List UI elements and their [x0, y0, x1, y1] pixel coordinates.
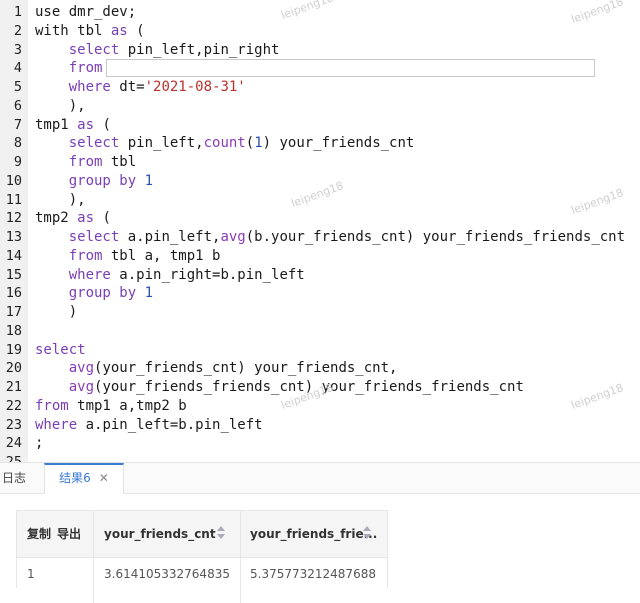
- tab-log-label: 日志: [2, 471, 27, 485]
- line-number: 25: [5, 454, 22, 462]
- code-text: select a.pin_left,avg(b.your_friends_cnt…: [68, 229, 626, 245]
- code-line[interactable]: 17 ): [0, 303, 640, 322]
- result-header-row: 复制 导出 your_friends_cnt your_friends_frie…: [16, 510, 388, 603]
- line-number: 17: [5, 304, 22, 320]
- code-text: ),: [35, 191, 86, 208]
- code-text: where a.pin_right=b.pin_left: [68, 266, 305, 283]
- code-text: from tbl a, tmp1 b: [68, 247, 221, 264]
- code-text: use dmr_dev;: [35, 4, 137, 20]
- code-line[interactable]: 20 avg(your_friends_cnt) your_friends_cn…: [0, 359, 640, 378]
- code-line[interactable]: 8 select pin_left,count(1) your_friends_…: [0, 134, 640, 153]
- line-number: 5: [13, 79, 22, 95]
- code-text: where dt='2021-08-31': [68, 79, 246, 95]
- tab-result-label: 结果6: [59, 471, 91, 485]
- code-line[interactable]: 9 from tbl: [0, 153, 640, 172]
- line-number: 22: [5, 397, 22, 414]
- sql-editor[interactable]: 1 use dmr_dev; 2 with tbl as ( 3 select pin_…: [0, 0, 640, 462]
- column-header-your-friends-friends-cnt[interactable]: your_friends_frie...: [250, 511, 377, 557]
- line-number: 15: [5, 266, 22, 283]
- code-text: ;: [35, 435, 44, 452]
- row-index: 1: [27, 567, 35, 581]
- line-number: 7: [13, 116, 22, 133]
- code-line[interactable]: 22 from tmp1 a,tmp2 b: [0, 397, 640, 416]
- line-number: 19: [5, 341, 22, 358]
- code-text: with tbl as (: [35, 22, 145, 39]
- sort-icon[interactable]: [363, 526, 371, 542]
- export-button[interactable]: 导出: [57, 511, 81, 557]
- code-text: from tbl: [68, 154, 137, 170]
- line-number: 23: [5, 416, 22, 433]
- line-number: 24: [5, 435, 22, 452]
- close-icon[interactable]: ✕: [99, 471, 109, 485]
- code-line[interactable]: 6 ),: [0, 97, 640, 116]
- code-line[interactable]: 13 select a.pin_left,avg(b.your_friends_…: [0, 228, 640, 247]
- line-number: 8: [13, 135, 22, 152]
- code-text: where a.pin_left=b.pin_left: [35, 416, 263, 433]
- line-number: 1: [13, 4, 22, 20]
- tab-log[interactable]: 日志: [0, 463, 46, 493]
- code-line[interactable]: 3 select pin_left,pin_right: [0, 41, 640, 60]
- code-line[interactable]: 18: [0, 322, 640, 341]
- code-text: select pin_left,count(1) your_friends_cn…: [68, 135, 415, 152]
- code-text: tmp2 as (: [35, 210, 111, 227]
- line-number: 9: [13, 154, 22, 170]
- cell-your-friends-friends-cnt[interactable]: 5.375773212487688: [250, 556, 376, 588]
- code-text: avg(your_friends_friends_cnt) your_frien…: [68, 379, 524, 395]
- line-number: 10: [5, 172, 22, 189]
- line-number: 21: [5, 379, 22, 395]
- code-text: avg(your_friends_cnt) your_friends_cnt,: [68, 360, 398, 377]
- code-line[interactable]: 5 where dt='2021-08-31': [0, 78, 640, 97]
- line-number: 12: [5, 210, 22, 227]
- code-line[interactable]: 15 where a.pin_right=b.pin_left: [0, 266, 640, 285]
- code-text: select: [35, 341, 86, 358]
- result-tab-bar: 日志 结果6 ✕: [0, 463, 640, 494]
- code-text: from: [35, 59, 596, 78]
- code-text: tmp1 as (: [35, 116, 111, 133]
- line-number: 11: [5, 191, 22, 208]
- cell-your-friends-cnt[interactable]: 3.614105332764835: [104, 556, 230, 588]
- code-line[interactable]: 12 tmp2 as (: [0, 209, 640, 228]
- line-number: 13: [5, 229, 22, 245]
- table-row[interactable]: 1 3.614105332764835 5.375773212487688: [16, 556, 388, 588]
- code-text: ),: [35, 97, 86, 114]
- code-line[interactable]: 7 tmp1 as (: [0, 116, 640, 135]
- code-line[interactable]: 14 from tbl a, tmp1 b: [0, 247, 640, 266]
- code-line[interactable]: 4 from: [0, 59, 640, 78]
- code-text: select pin_left,pin_right: [68, 41, 280, 58]
- code-line[interactable]: 2 with tbl as (: [0, 22, 640, 41]
- code-line[interactable]: 19 select: [0, 341, 640, 360]
- code-text: from tmp1 a,tmp2 b: [35, 397, 187, 414]
- column-header-your-friends-cnt[interactable]: your_friends_cnt: [104, 511, 216, 557]
- code-text: group by 1: [68, 285, 154, 302]
- line-number: 20: [5, 360, 22, 377]
- copy-button[interactable]: 复制: [27, 511, 51, 557]
- code-text: ): [35, 304, 78, 320]
- line-number: 16: [5, 285, 22, 302]
- tab-result-6[interactable]: 结果6 ✕: [44, 463, 124, 494]
- redacted-table-name: [106, 59, 596, 78]
- code-line[interactable]: 25: [0, 453, 640, 462]
- sort-icon[interactable]: [217, 526, 225, 542]
- line-number: 2: [13, 22, 22, 39]
- code-line[interactable]: 23 where a.pin_left=b.pin_left: [0, 416, 640, 435]
- line-number: 4: [13, 60, 22, 77]
- line-number: 3: [13, 41, 22, 58]
- line-number: 14: [5, 247, 22, 264]
- result-grid: 复制 导出 your_friends_cnt your_friends_frie…: [0, 494, 640, 603]
- code-line[interactable]: 24;: [0, 434, 640, 453]
- line-number: 6: [13, 97, 22, 114]
- code-text: group by 1: [68, 172, 154, 189]
- code-line[interactable]: 16 group by 1: [0, 284, 640, 303]
- line-number: 18: [5, 322, 22, 339]
